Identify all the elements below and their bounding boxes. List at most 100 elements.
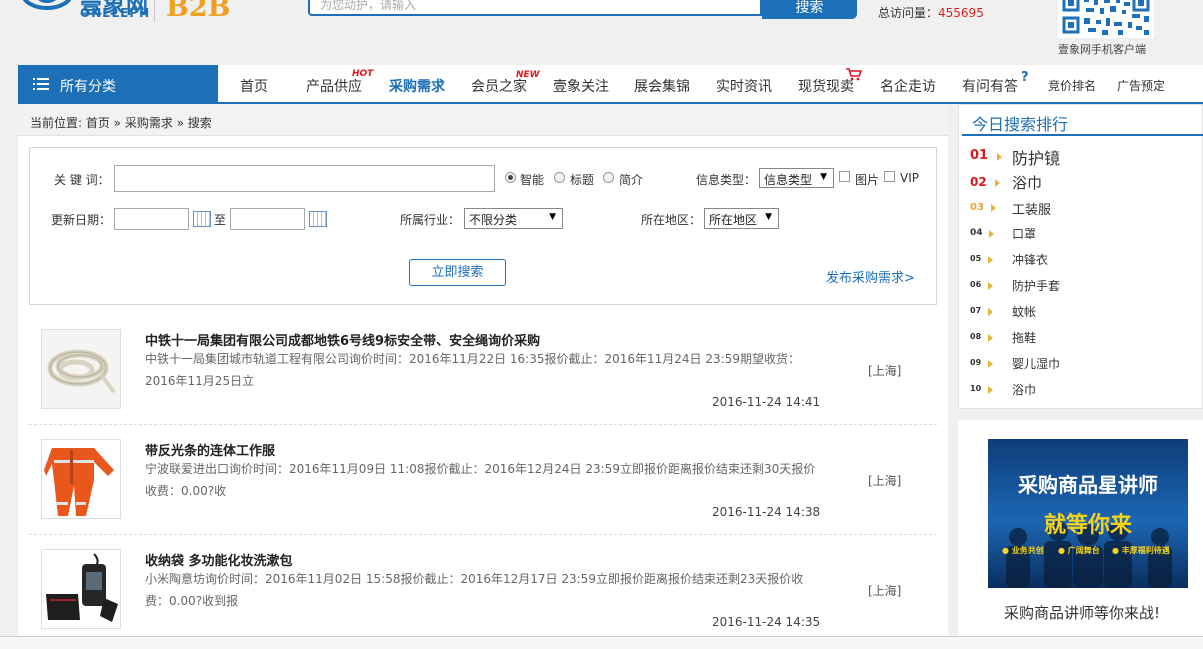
rank-keyword[interactable]: 冲锋衣	[1012, 251, 1048, 268]
rank-number: 07	[970, 306, 982, 315]
radio-intro-label: 简介	[619, 173, 644, 187]
region-label: 所在地区：	[641, 213, 702, 227]
nav-item-qa[interactable]: 有问有答	[962, 76, 1018, 96]
rank-number: 09	[970, 358, 982, 367]
listing-thumbnail[interactable]	[41, 329, 121, 409]
info-type-value: 信息类型	[764, 173, 813, 187]
rank-number: 01	[970, 148, 989, 163]
listing-title[interactable]: 带反光条的连体工作服	[145, 440, 275, 459]
nav-item-focus[interactable]: 壹象关注	[553, 76, 609, 96]
rank-arrow-icon	[988, 256, 993, 264]
qr-caption: 壹象网手机客户端	[1058, 43, 1146, 56]
listing-thumbnail[interactable]	[41, 439, 121, 519]
checkbox-image[interactable]	[839, 171, 850, 182]
radio-title[interactable]	[554, 172, 565, 183]
nav-item-supply[interactable]: 产品供应	[306, 76, 362, 96]
listing-title[interactable]: 收纳袋 多功能化妆洗漱包	[145, 550, 293, 569]
checkbox-vip[interactable]	[884, 171, 895, 182]
chevron-down-icon: ▼	[765, 212, 772, 222]
all-categories-button[interactable]: 所有分类	[18, 65, 218, 104]
qr-code-icon[interactable]	[1058, 0, 1154, 38]
rank-arrow-icon	[995, 179, 1000, 187]
nav-item-enterprise-visits[interactable]: 名企走访	[880, 76, 936, 96]
industry-select[interactable]: 不限分类 ▼	[464, 208, 563, 229]
radio-smart[interactable]	[505, 172, 516, 183]
search-input[interactable]: 为您动护，请输入	[308, 0, 762, 16]
publish-demand-link[interactable]: 发布采购需求>	[826, 267, 915, 286]
rank-arrow-icon	[989, 230, 994, 238]
nav-item-bidding[interactable]: 竞价排名	[1048, 77, 1096, 94]
question-mark-icon: ?	[1021, 70, 1029, 85]
rank-arrow-icon	[988, 360, 993, 368]
browser-status-bar	[0, 636, 1203, 649]
industry-label: 所属行业：	[400, 213, 461, 227]
listing-description: 小米陶意坊询价时间：2016年11月02日 15:58报价截止：2016年12月…	[145, 572, 804, 608]
logo-english-name[interactable]: ONELEPH	[80, 6, 150, 20]
info-type-label: 信息类型：	[696, 173, 757, 187]
radio-intro[interactable]	[603, 172, 614, 183]
nav-item-home[interactable]: 首页	[240, 76, 268, 96]
info-type-select[interactable]: 信息类型 ▼	[759, 168, 834, 188]
rank-keyword[interactable]: 浴巾	[1012, 381, 1036, 398]
rank-keyword[interactable]: 浴巾	[1012, 172, 1042, 193]
region-select[interactable]: 所在地区 ▼	[704, 208, 779, 229]
rank-keyword[interactable]: 拖鞋	[1012, 329, 1036, 346]
nav-item-ad-booking[interactable]: 广告预定	[1117, 77, 1165, 94]
calendar-icon[interactable]	[193, 211, 211, 227]
list-icon	[33, 78, 49, 90]
chevron-down-icon: ▼	[820, 172, 827, 182]
rank-keyword[interactable]: 婴儿湿巾	[1012, 355, 1060, 372]
listing-title[interactable]: 中铁十一局集团有限公司成都地铁6号线9标安全带、安全绳询价采购	[145, 330, 540, 349]
rank-keyword[interactable]: 口罩	[1012, 225, 1036, 242]
rope-image	[42, 330, 120, 408]
checkbox-image-label: 图片	[855, 173, 880, 187]
all-categories-label: 所有分类	[60, 79, 116, 95]
coverall-image	[42, 440, 120, 518]
toiletry-bag-image	[42, 550, 120, 628]
ranking-title: 今日搜索排行	[972, 115, 1069, 134]
nav-item-news[interactable]: 实时资讯	[716, 76, 772, 96]
rank-number: 04	[970, 228, 983, 238]
nav-item-exhibition[interactable]: 展会集锦	[634, 76, 690, 96]
date-to-input[interactable]	[230, 208, 305, 230]
keyword-label: 关 键 词：	[54, 173, 110, 187]
date-to-label: 至	[214, 213, 227, 227]
search-button[interactable]: 搜索	[762, 0, 857, 19]
rank-number: 08	[970, 332, 982, 341]
listing-date: 2016-11-24 14:38	[712, 505, 821, 519]
rank-keyword[interactable]: 防护镜	[1012, 145, 1060, 169]
rank-keyword[interactable]: 蚊帐	[1012, 303, 1036, 320]
promo-banner[interactable]: 采购商品星讲师 就等你来 ● 业务共创 ● 广阔舞台 ● 丰厚福利待遇	[988, 439, 1188, 588]
chevron-down-icon: ▼	[549, 212, 556, 222]
rank-arrow-icon	[988, 334, 993, 342]
promo-tag: ● 广阔舞台	[1058, 546, 1100, 555]
listing-location: [上海]	[868, 584, 902, 598]
promo-caption[interactable]: 采购商品讲师等你来战!	[1004, 602, 1160, 623]
rank-number: 02	[970, 175, 987, 189]
rank-keyword[interactable]: 工装服	[1012, 199, 1051, 218]
date-from-input[interactable]	[114, 208, 189, 230]
visit-label: 总访问量：	[878, 6, 939, 20]
visit-counter: 总访问量：455695	[878, 4, 984, 21]
hot-badge: HOT	[352, 69, 374, 79]
listing-thumbnail[interactable]	[41, 549, 121, 629]
listing-description: 中铁十一局集团城市轨道工程有限公司询价时间：2016年11月22日 16:35报…	[145, 352, 800, 388]
breadcrumb: 当前位置: 首页 » 采购需求 » 搜索	[30, 116, 212, 130]
region-value: 所在地区	[709, 213, 758, 227]
checkbox-vip-label: VIP	[900, 171, 919, 185]
nav-item-purchase[interactable]: 采购需求	[389, 76, 445, 96]
listing-date: 2016-11-24 14:35	[712, 615, 821, 629]
radio-smart-label: 智能	[520, 173, 545, 187]
listing-description: 宁波联爱进出口询价时间：2016年11月09日 11:08报价截止：2016年1…	[145, 462, 816, 498]
calendar-icon[interactable]	[309, 211, 327, 227]
keyword-input[interactable]	[114, 165, 495, 192]
rank-keyword[interactable]: 防护手套	[1012, 277, 1060, 294]
rank-arrow-icon	[991, 204, 996, 212]
promo-tag: ● 业务共创	[1002, 546, 1044, 555]
rank-arrow-icon	[988, 386, 993, 394]
ranking-title-underline	[962, 134, 1203, 136]
rank-number: 05	[970, 254, 982, 263]
submit-search-button[interactable]: 立即搜索	[409, 259, 506, 286]
promo-tag: ● 丰厚福利待遇	[1112, 546, 1170, 555]
new-badge: NEW	[516, 70, 540, 80]
